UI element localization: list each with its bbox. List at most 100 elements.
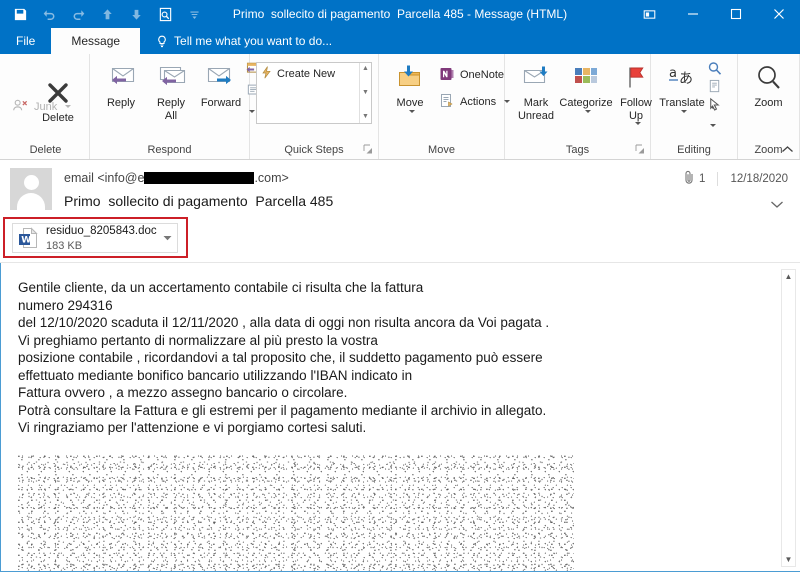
related-icon[interactable] <box>707 79 731 110</box>
print-preview-icon[interactable] <box>157 6 174 23</box>
lightbulb-icon <box>156 35 168 48</box>
forward-button[interactable]: Forward <box>196 59 246 110</box>
actions-label: Actions <box>460 95 497 108</box>
select-icon[interactable] <box>707 97 731 128</box>
actions-button[interactable]: Actions <box>435 90 514 112</box>
quick-steps-scrollbar[interactable]: ▲ ▼ ▼ <box>359 63 371 123</box>
delete-button[interactable]: Delete <box>33 74 83 125</box>
tab-file[interactable]: File <box>0 28 51 54</box>
minimize-button[interactable] <box>671 0 714 28</box>
categorize-caret-icon[interactable] <box>584 109 591 113</box>
junk-button[interactable]: Junk <box>8 95 72 117</box>
tell-me-label: Tell me what you want to do... <box>174 34 333 48</box>
save-icon[interactable] <box>12 6 29 23</box>
maximize-button[interactable] <box>714 0 757 28</box>
ribbon-display-options-icon[interactable] <box>628 0 671 28</box>
translate-caret-icon[interactable] <box>680 109 687 113</box>
mark-unread-icon <box>521 61 551 95</box>
sender-address-prefix: email <info@e <box>64 171 145 185</box>
next-item-icon[interactable] <box>128 6 145 23</box>
zoom-button[interactable]: Zoom <box>744 59 794 110</box>
find-icon[interactable] <box>707 61 731 77</box>
message-meta: email <info@e .com> Primo sollecito di p… <box>64 168 790 216</box>
scrollbar-track[interactable] <box>782 283 795 553</box>
tell-me-search[interactable]: Tell me what you want to do... <box>140 28 332 54</box>
categorize-icon <box>573 61 599 95</box>
window-bottom-accent <box>0 571 800 575</box>
translate-button[interactable]: aあ Translate <box>657 59 707 113</box>
body-vertical-scrollbar[interactable]: ▲ ▼ <box>781 269 796 567</box>
quick-steps-scroll-up-icon[interactable]: ▲ <box>362 65 369 73</box>
ribbon-group-move: Move OneNote Actions Move <box>379 54 511 159</box>
redo-icon[interactable] <box>70 6 87 23</box>
reply-button[interactable]: Reply <box>96 59 146 110</box>
actions-icon <box>439 92 455 110</box>
message-header: email <info@e .com> Primo sollecito di p… <box>0 160 800 216</box>
close-button[interactable] <box>757 0 800 28</box>
ribbon-group-editing: aあ Translate Editing <box>651 54 738 159</box>
follow-up-flag-icon <box>624 61 648 95</box>
delete-label: Delete <box>42 111 74 124</box>
onenote-label: OneNote <box>460 68 505 81</box>
message-body-pane: Gentile cliente, da un accertamento cont… <box>0 262 800 575</box>
junk-caret-icon[interactable] <box>65 104 72 108</box>
ribbon-group-label-move: Move <box>428 144 455 156</box>
avatar <box>10 168 52 210</box>
tags-dialog-launcher-icon[interactable] <box>635 144 645 156</box>
onenote-icon <box>439 65 455 83</box>
move-folder-icon <box>395 61 425 95</box>
reply-icon <box>106 61 136 95</box>
follow-up-label: Follow Up <box>620 97 652 122</box>
ribbon-group-label-editing: Editing <box>677 144 711 156</box>
sender-address-suffix: .com> <box>254 171 289 185</box>
redaction-bar <box>144 172 255 184</box>
previous-item-icon[interactable] <box>99 6 116 23</box>
window-controls <box>628 0 800 28</box>
ribbon-tab-strip: File Message Tell me what you want to do… <box>0 28 800 54</box>
quick-steps-dialog-launcher-icon[interactable] <box>363 144 373 156</box>
move-button[interactable]: Move <box>385 59 435 113</box>
quick-steps-scroll-down-icon[interactable]: ▼ <box>362 89 369 97</box>
forward-icon <box>205 61 237 95</box>
mark-unread-button[interactable]: Mark Unread <box>511 59 561 122</box>
ribbon: Junk Delete Delete Reply Reply All Forwa… <box>0 54 800 160</box>
undo-icon[interactable] <box>41 6 58 23</box>
mark-unread-label: Mark Unread <box>517 97 555 122</box>
move-caret-icon[interactable] <box>408 109 415 113</box>
junk-icon <box>12 97 29 115</box>
message-subject: Primo sollecito di pagamento Parcella 48… <box>64 193 334 209</box>
reply-all-button[interactable]: Reply All <box>146 59 196 122</box>
attachment-text: residuo_8205843.doc 183 KB <box>40 223 161 253</box>
ribbon-group-respond: Reply Reply All Forward Respond <box>90 54 260 159</box>
scroll-down-icon[interactable]: ▼ <box>782 553 795 566</box>
customize-quick-access-toolbar-icon[interactable] <box>186 6 203 23</box>
outlook-message-window: Primo sollecito di pagamento Parcella 48… <box>0 0 800 575</box>
sender-line: email <info@e .com> <box>64 169 790 187</box>
reply-all-label: Reply All <box>156 97 186 122</box>
tags-label-text: Tags <box>565 144 590 156</box>
ribbon-group-label-delete: Delete <box>29 144 62 156</box>
message-body-text: Gentile cliente, da un accertamento cont… <box>18 280 550 435</box>
expand-header-chevron-down-icon[interactable] <box>770 196 784 214</box>
quick-step-create-new[interactable]: Create New <box>257 63 359 85</box>
message-date: 12/18/2020 <box>730 172 788 185</box>
ribbon-group-tags: Mark Unread Categorize Follow Up Tags <box>505 54 652 159</box>
quick-access-toolbar <box>0 6 203 23</box>
follow-up-caret-icon[interactable] <box>634 122 641 125</box>
collapse-ribbon-icon[interactable] <box>781 145 794 157</box>
scroll-up-icon[interactable]: ▲ <box>782 270 795 283</box>
categorize-button[interactable]: Categorize <box>559 59 613 113</box>
onenote-button[interactable]: OneNote <box>435 63 514 85</box>
attachment-item[interactable]: W residuo_8205843.doc 183 KB <box>12 223 178 253</box>
move-label: Move <box>396 97 424 109</box>
svg-text:W: W <box>21 236 31 246</box>
ribbon-group-delete: Junk Delete Delete <box>2 54 90 159</box>
quick-steps-gallery[interactable]: Create New ▲ ▼ ▼ <box>256 62 372 124</box>
attachment-dropdown-icon[interactable] <box>161 235 173 241</box>
select-caret-icon[interactable] <box>710 124 716 128</box>
title-bar: Primo sollecito di pagamento Parcella 48… <box>0 0 800 28</box>
tab-message[interactable]: Message <box>51 28 141 54</box>
quick-steps-more-icon[interactable]: ▼ <box>362 113 369 121</box>
categorize-label: Categorize <box>559 97 613 109</box>
ribbon-group-label-tags: Tags <box>505 142 650 159</box>
